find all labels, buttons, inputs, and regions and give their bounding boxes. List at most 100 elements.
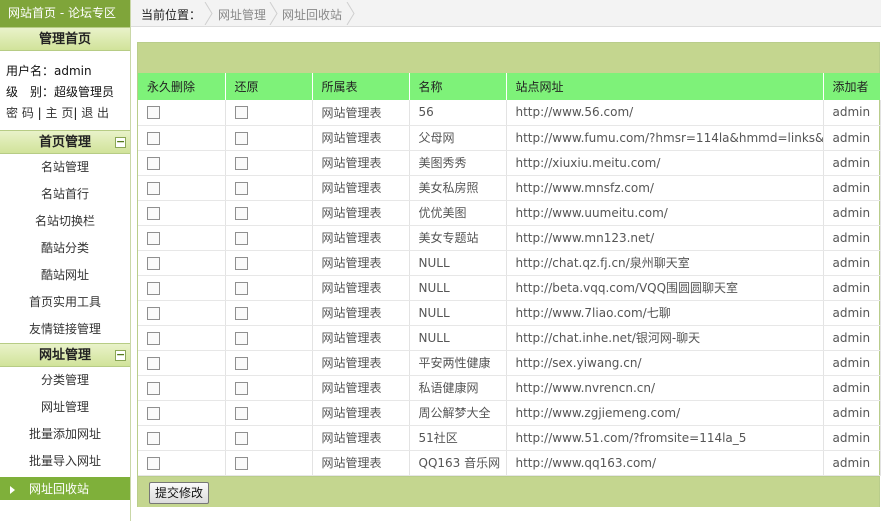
cell-name: 父母网 <box>409 125 507 151</box>
restore-checkbox[interactable] <box>234 256 248 270</box>
user-label: 用户名： <box>6 64 55 78</box>
sidebar-item[interactable]: 友情链接管理 <box>0 316 130 343</box>
restore-checkbox[interactable] <box>234 406 248 420</box>
cell-author: admin <box>823 150 881 176</box>
sidebar-item[interactable]: 名站首行 <box>0 181 130 208</box>
delete-checkbox[interactable] <box>147 256 160 270</box>
table-row: 网站管理表 NULL http://www.7liao.com/七聊 admin <box>138 300 881 326</box>
breadcrumb-item-url-management[interactable]: 网址管理 <box>218 6 266 23</box>
cell-author: admin <box>823 175 881 201</box>
cell-table: 网站管理表 <box>312 125 410 151</box>
table-cell <box>225 100 313 126</box>
delete-checkbox[interactable] <box>147 381 160 395</box>
cell-name: 平安两性健康 <box>409 350 507 376</box>
sidebar-item-label: 名站切换栏 <box>34 214 95 228</box>
home-link[interactable]: 主 页 <box>46 106 74 120</box>
delete-checkbox[interactable] <box>147 181 160 195</box>
delete-checkbox[interactable] <box>147 231 160 245</box>
cell-author: admin <box>823 250 881 276</box>
restore-checkbox[interactable] <box>234 356 248 370</box>
delete-checkbox[interactable] <box>147 406 160 420</box>
cell-table: 网站管理表 <box>312 450 410 476</box>
table-cell <box>225 350 313 376</box>
cell-url: http://chat.qz.fj.cn/泉州聊天室 <box>506 250 824 276</box>
admin-home-heading[interactable]: 管理首页 <box>0 27 130 51</box>
cell-author: admin <box>823 350 881 376</box>
cell-author: admin <box>823 100 881 126</box>
delete-checkbox[interactable] <box>147 206 160 220</box>
sidebar-item[interactable]: 名站切换栏 <box>0 208 130 235</box>
restore-checkbox[interactable] <box>234 106 248 120</box>
restore-checkbox[interactable] <box>234 181 248 195</box>
user-info: 用户名：admin 级 别：超级管理员 密 码 | 主 页| 退 出 <box>0 51 130 130</box>
cell-url: http://www.zgjiemeng.com/ <box>506 400 824 426</box>
restore-checkbox[interactable] <box>234 131 248 145</box>
breadcrumb-item-recycle-bin[interactable]: 网址回收站 <box>282 6 342 23</box>
group-url-title: 网址管理 <box>38 348 91 363</box>
col-header-author: 添加者 <box>823 73 881 100</box>
brand-link[interactable]: 网站首页 - 论坛专区 <box>0 0 130 27</box>
delete-checkbox[interactable] <box>147 356 160 370</box>
sidebar-item[interactable]: 酷站分类 <box>0 235 130 262</box>
col-header-table: 所属表 <box>312 73 410 100</box>
sidebar-item[interactable]: 名站管理 <box>0 154 130 181</box>
restore-checkbox[interactable] <box>234 306 248 320</box>
group-home-management[interactable]: 首页管理 − <box>0 130 130 154</box>
restore-checkbox[interactable] <box>234 206 248 220</box>
sidebar-item[interactable]: 网址管理 <box>0 394 130 421</box>
cell-author: admin <box>823 200 881 226</box>
cell-table: 网站管理表 <box>312 225 410 251</box>
table-cell <box>138 275 226 301</box>
cell-author: admin <box>823 400 881 426</box>
cell-name: 周公解梦大全 <box>409 400 507 426</box>
sidebar-item[interactable]: 首页实用工具 <box>0 289 130 316</box>
sidebar-item[interactable]: 批量导入网址 <box>0 448 130 475</box>
restore-checkbox[interactable] <box>234 231 248 245</box>
panel-footer: 提交修改 <box>138 475 879 507</box>
sidebar-item[interactable]: 分类管理 <box>0 367 130 394</box>
panel-title-bar <box>138 43 879 73</box>
delete-checkbox[interactable] <box>147 306 160 320</box>
user-name: admin <box>54 64 92 78</box>
cell-name: 优优美图 <box>409 200 507 226</box>
delete-checkbox[interactable] <box>147 156 160 170</box>
restore-checkbox[interactable] <box>234 281 248 295</box>
cell-table: 网站管理表 <box>312 300 410 326</box>
cell-url: http://www.51.com/?fromsite=114la_5 <box>506 425 824 451</box>
collapse-icon[interactable]: − <box>115 349 126 361</box>
delete-checkbox[interactable] <box>147 131 160 145</box>
sidebar-item[interactable]: 网址回收站 <box>0 477 130 501</box>
delete-checkbox[interactable] <box>147 281 160 295</box>
sidebar-item[interactable]: 批量添加网址 <box>0 421 130 448</box>
level-label: 级 别： <box>6 85 55 99</box>
password-link[interactable]: 密 码 <box>6 106 34 120</box>
table-cell <box>138 250 226 276</box>
table-cell <box>138 150 226 176</box>
logout-link[interactable]: 退 出 <box>81 106 109 120</box>
delete-checkbox[interactable] <box>147 331 160 345</box>
cell-url: http://www.7liao.com/七聊 <box>506 300 824 326</box>
restore-checkbox[interactable] <box>234 156 248 170</box>
sidebar-item-label: 网址回收站 <box>29 482 90 496</box>
table-cell <box>138 375 226 401</box>
cell-author: admin <box>823 375 881 401</box>
submit-button[interactable]: 提交修改 <box>149 481 210 504</box>
restore-checkbox[interactable] <box>234 381 248 395</box>
restore-checkbox[interactable] <box>234 431 248 445</box>
restore-checkbox[interactable] <box>234 331 248 345</box>
table-row: 网站管理表 NULL http://chat.inhe.net/银河网-聊天 admi… <box>138 325 881 351</box>
cell-name: QQ163 音乐网 <box>409 450 507 476</box>
cell-name: 56 <box>409 100 507 126</box>
cell-author: admin <box>823 450 881 476</box>
delete-checkbox[interactable] <box>147 106 160 120</box>
sidebar-item[interactable]: 酷站网址 <box>0 262 130 289</box>
collapse-icon[interactable]: − <box>115 136 126 148</box>
cell-table: 网站管理表 <box>312 425 410 451</box>
cell-url: http://beta.vqq.com/VQQ围圆圆聊天室 <box>506 275 824 301</box>
group-url-management[interactable]: 网址管理 − <box>0 343 130 367</box>
cell-name: NULL <box>409 275 507 301</box>
restore-checkbox[interactable] <box>234 456 248 470</box>
cell-table: 网站管理表 <box>312 325 410 351</box>
delete-checkbox[interactable] <box>147 456 160 470</box>
delete-checkbox[interactable] <box>147 431 160 445</box>
